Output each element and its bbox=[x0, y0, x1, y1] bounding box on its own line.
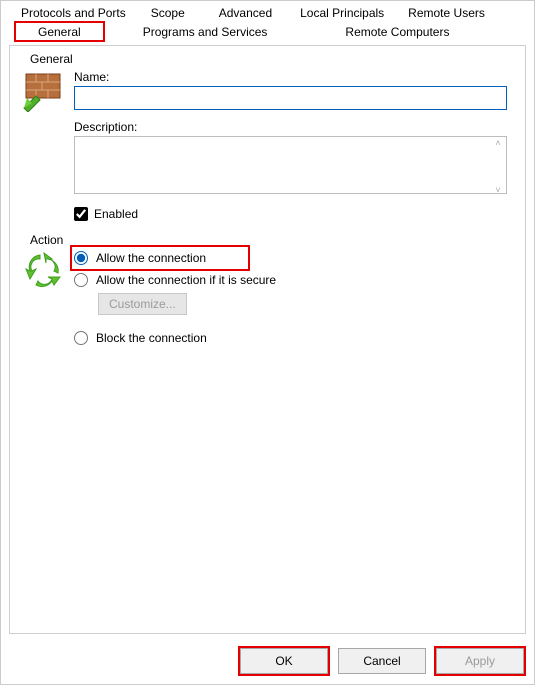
tab-row-1: Protocols and Ports Scope Advanced Local… bbox=[1, 3, 534, 22]
radio-block-label: Block the connection bbox=[96, 331, 207, 345]
tab-scope[interactable]: Scope bbox=[132, 3, 204, 22]
tab-remote-computers[interactable]: Remote Computers bbox=[306, 22, 488, 41]
tab-strip: Protocols and Ports Scope Advanced Local… bbox=[1, 1, 534, 41]
radio-allow-secure-label: Allow the connection if it is secure bbox=[96, 273, 276, 287]
tab-protocols-and-ports[interactable]: Protocols and Ports bbox=[15, 3, 132, 22]
enabled-row[interactable]: Enabled bbox=[74, 207, 507, 221]
ok-button[interactable]: OK bbox=[240, 648, 328, 674]
tab-content-general: General bbox=[9, 45, 526, 634]
radio-allow[interactable] bbox=[74, 251, 88, 265]
tab-general[interactable]: General bbox=[15, 22, 104, 41]
group-action: Action Allow the connection bbox=[22, 239, 513, 349]
cancel-button[interactable]: Cancel bbox=[338, 648, 426, 674]
name-label: Name: bbox=[74, 70, 507, 84]
tab-remote-users[interactable]: Remote Users bbox=[397, 3, 496, 22]
description-textarea[interactable] bbox=[74, 136, 507, 194]
enabled-checkbox[interactable] bbox=[74, 207, 88, 221]
tab-local-principals[interactable]: Local Principals bbox=[287, 3, 397, 22]
radio-allow-row[interactable]: Allow the connection bbox=[72, 247, 248, 269]
firewall-icon bbox=[22, 68, 70, 112]
recycle-icon bbox=[22, 249, 70, 293]
radio-allow-secure[interactable] bbox=[74, 273, 88, 287]
group-general: General bbox=[22, 58, 513, 221]
group-general-legend: General bbox=[28, 52, 75, 66]
tab-programs-and-services[interactable]: Programs and Services bbox=[104, 22, 307, 41]
name-input[interactable] bbox=[74, 86, 507, 110]
group-action-legend: Action bbox=[28, 233, 65, 247]
radio-allow-secure-row[interactable]: Allow the connection if it is secure bbox=[74, 269, 507, 291]
tab-advanced[interactable]: Advanced bbox=[204, 3, 287, 22]
tab-row-2: General Programs and Services Remote Com… bbox=[1, 22, 534, 41]
dialog-buttons: OK Cancel Apply bbox=[240, 648, 524, 674]
description-label: Description: bbox=[74, 120, 507, 134]
radio-allow-label: Allow the connection bbox=[96, 251, 206, 265]
apply-button: Apply bbox=[436, 648, 524, 674]
radio-block-row[interactable]: Block the connection bbox=[74, 327, 507, 349]
customize-button: Customize... bbox=[98, 293, 187, 315]
enabled-label: Enabled bbox=[94, 207, 138, 221]
radio-block[interactable] bbox=[74, 331, 88, 345]
